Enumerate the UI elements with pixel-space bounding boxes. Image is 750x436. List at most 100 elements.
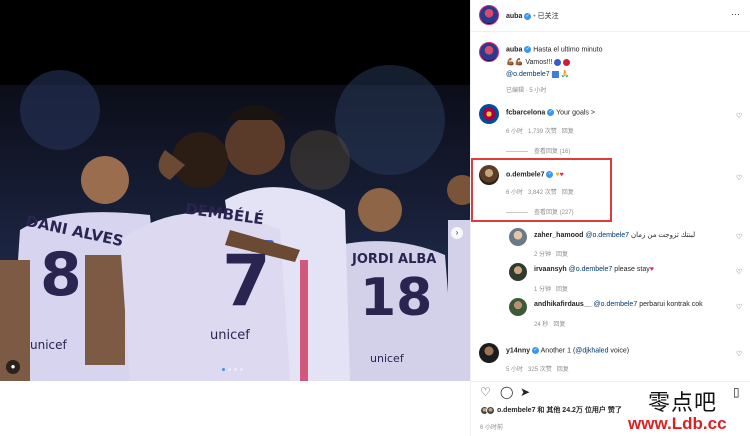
view-replies[interactable]: 查看回复 (16) (506, 146, 570, 155)
reply-avatar[interactable] (509, 298, 527, 316)
post-sidebar: auba ✓ • 已关注 ··· auba ✓ Hasta el ultimo … (470, 0, 750, 436)
verified-icon: ✓ (547, 109, 555, 116)
follow-status[interactable]: 已关注 (538, 13, 559, 20)
watermark-top: 零点吧 (648, 391, 718, 416)
likes-text[interactable]: o.dembele7 和 其他 24.2万 位用户 赞了 (497, 407, 622, 414)
reply-time: 2 分钟 (534, 252, 552, 258)
caption-line-3: @o.dembele7 🙏 (506, 70, 569, 78)
flex-emoji: 💪🏾💪🏾 (506, 59, 524, 66)
comment-likes[interactable]: 325 次赞 (528, 367, 552, 373)
post-photo[interactable]: DANI ALVES 8 DEMBÉLÉ 7 JORDI ALBA 18 uni… (0, 0, 470, 381)
caption-text: Hasta el ultimo minuto (533, 46, 603, 54)
pray-emoji: 🙏 (560, 71, 570, 78)
highlight-box (471, 158, 612, 222)
liker-avatar (486, 405, 495, 415)
reply-line: andhikafirdaus__ @o.dembele7 perbarui ko… (534, 301, 703, 308)
reply-avatar[interactable] (509, 228, 527, 246)
comment-avatar[interactable] (479, 343, 499, 363)
reply-avatar[interactable] (509, 263, 527, 281)
jersey-name-right: JORDI ALBA (352, 252, 437, 267)
red-heart-emoji: ♥ (649, 266, 654, 273)
jersey-number-right: 18 (360, 268, 433, 328)
post-time: 6 小时前 (480, 425, 504, 431)
comment-username[interactable]: y14nny (506, 347, 530, 354)
caption-line-2: 💪🏾💪🏾 Vamos!!! (506, 58, 571, 66)
comment-line: fcbarcelona ✓ Your goals > (506, 109, 595, 116)
reply-mention[interactable]: @o.dembele7 (585, 232, 629, 239)
header-separator: • (533, 13, 536, 20)
heart-icon[interactable]: ♡ (736, 233, 742, 241)
reply-time: 1 分钟 (534, 287, 552, 293)
verified-icon: ✓ (532, 347, 540, 354)
reply-line: irvaansyh @o.dembele7 please stay♥ (534, 266, 654, 273)
reply-text: please stay (614, 266, 650, 273)
heart-icon[interactable]: ♡ (736, 268, 742, 276)
comment-mention[interactable]: @djkhaled (575, 347, 608, 354)
red-circle-icon (563, 58, 571, 66)
divider (506, 150, 528, 152)
reply-button[interactable]: 回复 (557, 367, 569, 373)
heart-icon[interactable]: ♡ (736, 350, 742, 358)
post-header: auba ✓ • 已关注 ··· (471, 0, 750, 32)
caption-mention[interactable]: @o.dembele7 (506, 71, 550, 78)
caption-time: 已编辑 · 5 小时 (506, 88, 547, 94)
reply-button[interactable]: 回复 (556, 252, 568, 258)
reply-meta: 24 秒 回复 (534, 319, 565, 328)
comment-time: 6 小时 (506, 129, 524, 135)
blue-circle-icon (554, 58, 562, 66)
comment-avatar[interactable] (479, 104, 499, 124)
share-icon[interactable]: ➤ (520, 385, 530, 399)
verified-icon: ✓ (524, 12, 532, 20)
comment-meta: 5 小时 325 次赞 回复 (506, 364, 569, 373)
reply-meta: 1 分钟 回复 (534, 284, 568, 293)
comment-username[interactable]: fcbarcelona (506, 109, 545, 116)
likes-summary: o.dembele7 和 其他 24.2万 位用户 赞了 (480, 405, 622, 415)
header-username[interactable]: auba (506, 13, 522, 20)
carousel-dot (228, 368, 231, 371)
watermark-bottom: www.Ldb.cc (628, 414, 727, 433)
reply-mention[interactable]: @o.dembele7 (594, 301, 638, 308)
caption-avatar[interactable] (479, 42, 499, 62)
carousel-dot (234, 368, 237, 371)
carousel-dot (222, 368, 225, 371)
reply-button[interactable]: 回复 (553, 322, 565, 328)
more-icon[interactable]: ··· (731, 9, 740, 19)
carousel-indicator (222, 368, 243, 371)
heart-icon[interactable]: ♡ (736, 174, 742, 182)
chevron-right-icon[interactable]: › (451, 227, 463, 239)
reply-username[interactable]: zaher_hamood (534, 232, 583, 239)
heart-icon[interactable]: ♡ (736, 112, 742, 120)
caption-username[interactable]: auba (506, 46, 522, 53)
comment-line: y14nny ✓ Another 1 (@djkhaled voice) (506, 347, 629, 354)
tag-icon[interactable]: ● (6, 360, 20, 374)
jersey-sponsor-center: unicef (210, 328, 250, 343)
caption-line2-text: Vamos!!! (525, 59, 553, 66)
reply-mention[interactable]: @o.dembele7 (569, 266, 613, 273)
comment-meta: 6 小时 1,739 次赞 回复 (506, 126, 574, 135)
comment-text: Your goals > (556, 109, 595, 117)
reply-username[interactable]: andhikafirdaus__ (534, 301, 592, 308)
comment-likes[interactable]: 1,739 次赞 (528, 129, 557, 135)
reply-button[interactable]: 回复 (556, 287, 568, 293)
comment-time: 5 小时 (506, 367, 524, 373)
jersey-sponsor-left: unicef (30, 338, 67, 352)
heart-icon[interactable]: ♡ (736, 303, 742, 311)
reply-time: 24 秒 (534, 322, 549, 328)
sparkle-icon (551, 70, 559, 78)
verified-icon: ✓ (524, 46, 532, 53)
comment-icon[interactable]: ◯ (500, 385, 513, 399)
reply-text: لبنتك تزوجت من زمان (631, 232, 696, 239)
reply-line: zaher_hamood @o.dembele7 لبنتك تزوجت من … (534, 231, 695, 239)
header-line: auba ✓ • 已关注 (506, 11, 559, 21)
reply-meta: 2 分钟 回复 (534, 249, 568, 258)
avatar[interactable] (479, 5, 499, 25)
view-replies-label: 查看回复 (16) (534, 149, 571, 155)
heart-icon[interactable]: ♡ (480, 385, 491, 399)
reply-button[interactable]: 回复 (562, 129, 574, 135)
reply-text: perbarui kontrak cok (639, 301, 703, 308)
comment-text-after: voice) (608, 347, 630, 355)
watermark: 零点吧 www.Ldb.cc (628, 383, 748, 435)
carousel-dot (240, 368, 243, 371)
reply-username[interactable]: irvaansyh (534, 266, 567, 273)
caption-line-1: auba ✓ Hasta el ultimo minuto (506, 46, 603, 53)
